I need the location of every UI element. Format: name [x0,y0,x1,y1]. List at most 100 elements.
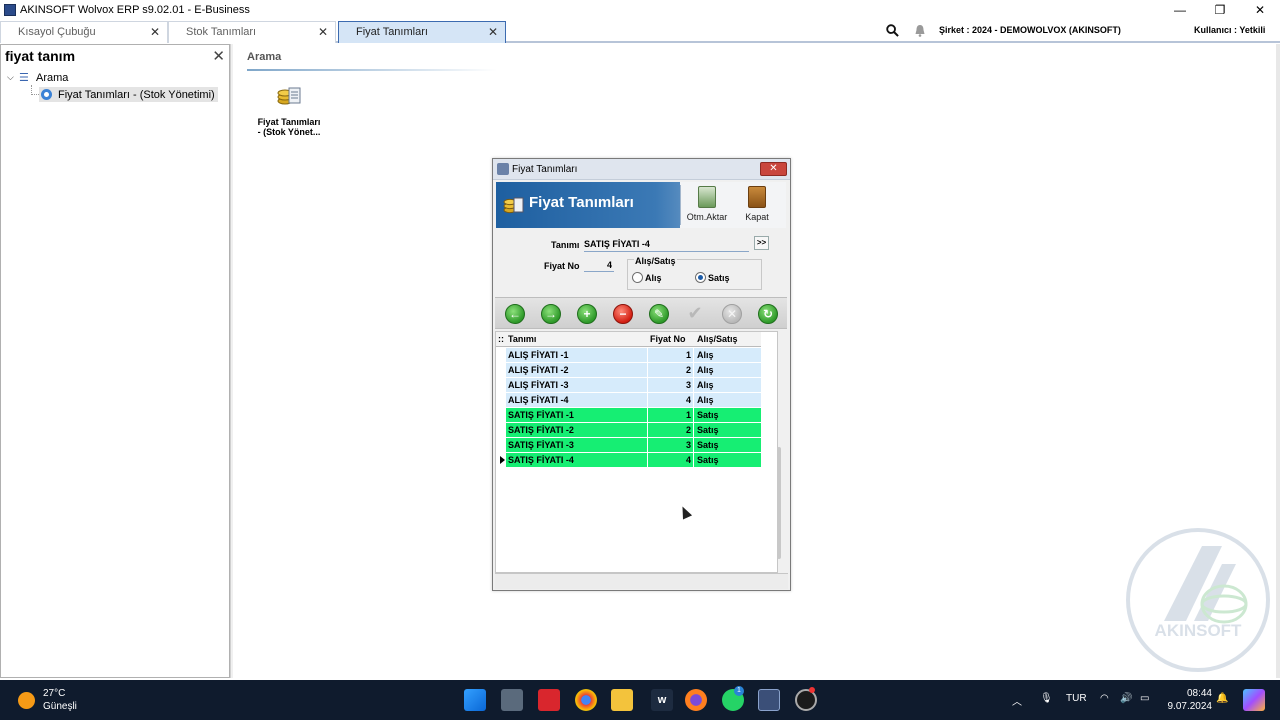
bell-icon[interactable] [914,24,926,37]
tab-kisayol-cubugu[interactable]: Kısayol Çubuğu ✕ [0,21,168,43]
lookup-button[interactable]: >> [754,236,769,250]
radio-circle-selected[interactable] [695,272,706,283]
panel-close-icon[interactable]: ✕ [212,47,225,65]
tanimi-input[interactable] [584,237,749,252]
toolbar-separator [680,185,681,225]
tab-label: Stok Tanımları [186,26,257,38]
table-row[interactable]: SATIŞ FİYATI -3 3 Satış [506,438,761,453]
watermark-text: AKINSOFT [1155,621,1243,640]
dialog-status-bar [495,573,788,589]
search-text[interactable]: fiyat tanım [5,48,75,64]
akinsoft-watermark-logo: AKINSOFT [1126,528,1270,672]
otm-aktar-button[interactable]: Otm.Aktar [685,185,729,225]
tree-item-fiyat-tanimlari[interactable]: Fiyat Tanımları - (Stok Yönetimi) [39,87,218,102]
tab-close-icon[interactable]: ✕ [150,22,160,43]
tree-root-label: Arama [36,71,69,84]
table-row[interactable]: ALIŞ FİYATI -2 2 Alış [506,363,761,378]
cell-fiyat-no: 3 [685,440,691,450]
chevron-up-icon[interactable]: ︿ [1012,693,1022,708]
maximize-button[interactable]: ❐ [1200,0,1240,20]
main-scrollbar[interactable] [1276,44,1280,678]
search-icon[interactable] [886,24,899,37]
window-title: AKINSOFT Wolvox ERP s9.02.01 - E-Busines… [20,4,250,16]
column-header-alis-satis[interactable]: Alış/Satış [697,334,738,344]
cancel-record-button[interactable]: ✕ [722,304,742,324]
add-record-button[interactable]: + [577,304,597,324]
language-indicator[interactable]: TUR [1066,693,1087,704]
tanimi-label: Tanımı [551,240,580,250]
dialog-close-button[interactable]: ✕ [760,162,787,176]
task-view-icon[interactable] [501,689,523,711]
chrome-icon[interactable] [575,689,597,711]
delete-record-button[interactable]: − [613,304,633,324]
dialog-title: Fiyat Tanımları [512,164,578,175]
search-panel: fiyat tanım ✕ ⌵ ☰ Arama Fiyat Tanımları … [0,44,230,678]
table-row[interactable]: SATIŞ FİYATI -1 1 Satış [506,408,761,423]
radio-satis[interactable]: Satış [695,272,730,283]
notification-bell-icon[interactable]: 🔔 [1216,693,1228,704]
grid-scrollbar[interactable] [777,447,781,559]
weather-widget[interactable]: 27°C Güneşli [18,687,77,713]
table-row[interactable]: SATIŞ FİYATI -2 2 Satış [506,423,761,438]
minimize-button[interactable]: — [1160,0,1200,20]
column-divider [693,408,694,423]
column-header-fiyat-no[interactable]: Fiyat No [650,334,686,344]
fiyat-no-label: Fiyat No [544,261,580,271]
radio-alis[interactable]: Alış [632,272,662,283]
table-row[interactable]: ALIŞ FİYATI -3 3 Alış [506,378,761,393]
title-bar: AKINSOFT Wolvox ERP s9.02.01 - E-Busines… [0,0,1280,20]
table-row[interactable]: ALIŞ FİYATI -4 4 Alış [506,393,761,408]
save-record-button[interactable]: ✔ [685,304,705,324]
prev-record-button[interactable]: ← [505,304,525,324]
column-divider [693,423,694,438]
cell-fiyat-no: 4 [685,455,691,465]
shortcut-fiyat-tanimlari[interactable]: Fiyat Tanımları - (Stok Yönet... [249,78,329,138]
heading-underline [247,69,497,71]
shortcut-label-2: - (Stok Yönet... [257,127,321,137]
chevron-down-icon[interactable]: ⌵ [7,72,19,83]
radio-circle[interactable] [632,272,643,283]
microphone-icon[interactable]: 🎙 [1040,693,1053,704]
kapat-button[interactable]: Kapat [737,185,777,225]
wolvox-erp-icon[interactable] [758,689,780,711]
tab-close-icon[interactable]: ✕ [488,22,498,43]
grid-header: :: Tanımı Fiyat No Alış/Satış [496,332,761,347]
wolvox-w-icon[interactable]: w [651,689,673,711]
clock[interactable]: 08:44 9.07.2024 [1166,687,1213,713]
radio-alis-label: Alış [645,272,662,283]
cell-fiyat-no: 1 [685,410,691,420]
file-explorer-icon[interactable] [611,689,633,711]
section-heading: Arama [247,51,282,63]
column-divider [647,438,648,453]
temperature: 27°C [43,688,66,699]
wifi-icon[interactable]: ◠ [1100,693,1109,704]
grid-column-marker[interactable]: :: [498,334,504,344]
cell-fiyat-no: 2 [685,365,691,375]
volume-icon[interactable]: 🔊 [1120,693,1132,704]
battery-icon[interactable]: ▭ [1140,693,1149,704]
cell-alis-satis: Satış [697,425,719,435]
refresh-button[interactable]: ↻ [758,304,778,324]
next-record-button[interactable]: → [541,304,561,324]
fiyat-no-input[interactable] [584,258,614,272]
column-divider [693,348,694,363]
table-row[interactable]: ALIŞ FİYATI -1 1 Alış [506,348,761,363]
table-row[interactable]: SATIŞ FİYATI -4 4 Satış [506,453,761,468]
dialog-title-bar[interactable]: Fiyat Tanımları ✕ [493,159,790,180]
anydesk-icon[interactable] [538,689,560,711]
firefox-icon[interactable] [685,689,707,711]
edit-record-button[interactable]: ✎ [649,304,669,324]
start-windows-icon[interactable] [464,689,486,711]
tree-root-arama[interactable]: ⌵ ☰ Arama [7,71,69,85]
tab-fiyat-tanimlari[interactable]: Fiyat Tanımları ✕ [338,21,506,43]
close-window-button[interactable]: ✕ [1240,0,1280,20]
cell-alis-satis: Satış [697,455,719,465]
cell-alis-satis: Satış [697,410,719,420]
column-header-tanimi[interactable]: Tanımı [508,334,536,344]
column-divider [647,348,648,363]
tab-close-icon[interactable]: ✕ [318,22,328,43]
tab-stok-tanimlari[interactable]: Stok Tanımları ✕ [168,21,336,43]
cell-tanimi: ALIŞ FİYATI -1 [508,350,569,360]
module-icon [41,89,52,100]
copilot-icon[interactable] [1243,689,1265,711]
